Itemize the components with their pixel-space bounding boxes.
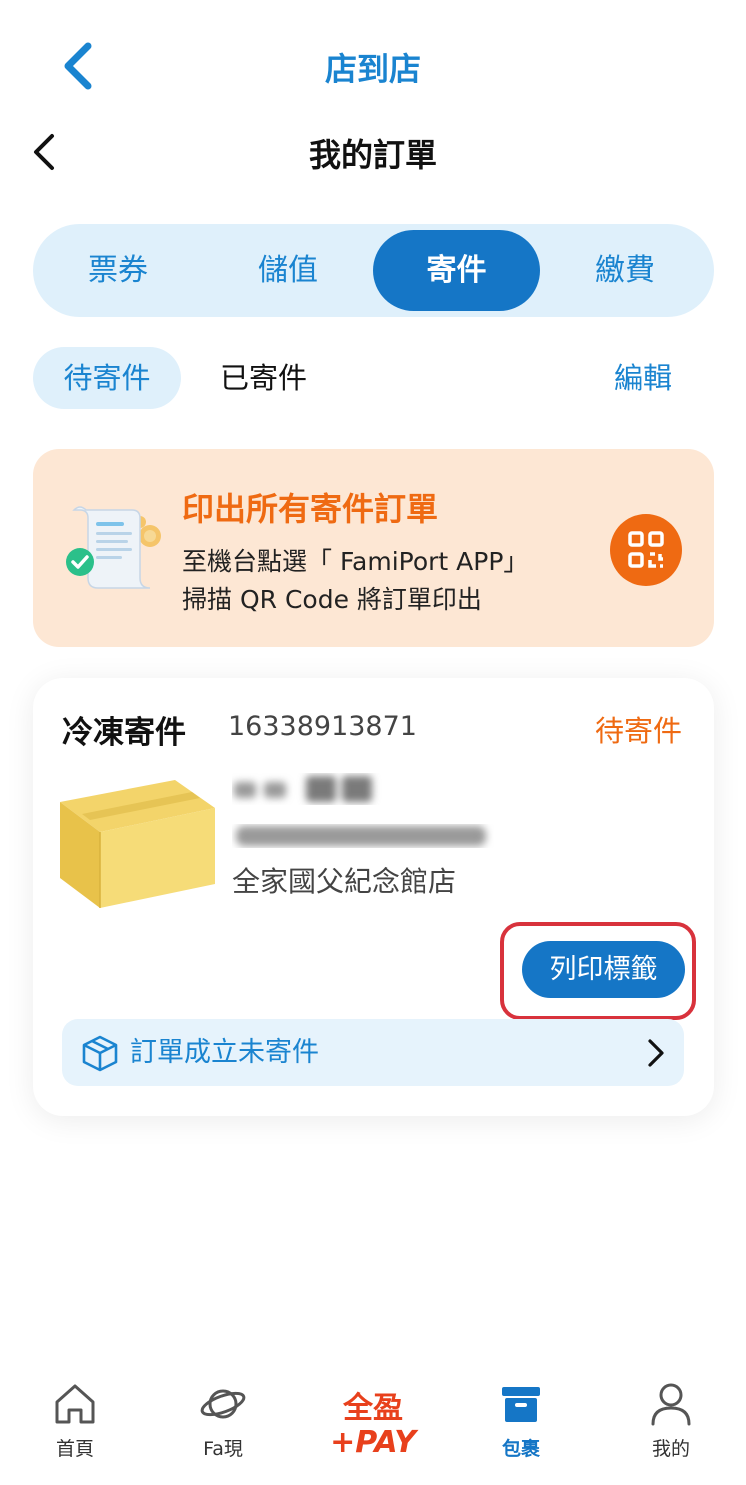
edit-button[interactable]: 編輯 <box>614 347 672 409</box>
package-cube-icon <box>82 1035 118 1072</box>
nav-home[interactable]: 首頁 <box>20 1380 130 1461</box>
nav-profile-label: 我的 <box>651 1438 690 1460</box>
svg-text:全盈: 全盈 <box>342 1391 403 1426</box>
nav-profile[interactable]: 我的 <box>616 1380 726 1461</box>
tab-top-up[interactable]: 儲值 <box>203 224 373 317</box>
home-icon <box>55 1384 95 1424</box>
banner-title: 印出所有寄件訂單 <box>182 490 439 528</box>
order-progress-text: 訂單成立未寄件 <box>130 1037 319 1068</box>
nav-packages[interactable]: 包裹 <box>466 1380 576 1461</box>
package-icon <box>502 1387 540 1422</box>
svg-text:+PAY: +PAY <box>330 1425 419 1458</box>
nav-fa-cash-label: Fa現 <box>203 1438 243 1460</box>
nav-packages-label: 包裹 <box>501 1438 540 1460</box>
page-title: 我的訂單 <box>308 136 437 174</box>
tab-tickets[interactable]: 票券 <box>33 224 203 317</box>
nav-fa-cash[interactable]: Fa現 <box>168 1380 278 1461</box>
package-box-image <box>60 780 215 908</box>
store-name: 全家國父紀念館店 <box>232 865 457 898</box>
print-label-button[interactable]: 列印標籤 <box>522 941 685 998</box>
order-type: 冷凍寄件 <box>62 715 186 751</box>
chevron-right-icon <box>648 1039 664 1067</box>
user-icon <box>651 1383 691 1426</box>
nav-home-label: 首頁 <box>55 1438 94 1460</box>
subtab-sent[interactable]: 已寄件 <box>220 347 307 409</box>
recipient-name-redacted <box>234 776 372 802</box>
app-title: 店到店 <box>324 50 421 88</box>
order-number: 16338913871 <box>228 711 417 742</box>
tab-shipping[interactable]: 寄件 <box>373 230 540 311</box>
category-tabs: 票券 儲值 寄件 繳費 <box>33 224 714 317</box>
qr-code-icon <box>628 531 664 568</box>
banner-instruction-1: 至機台點選「 FamiPort APP」 <box>182 547 529 576</box>
subtab-pending[interactable]: 待寄件 <box>33 347 181 409</box>
banner-instruction-2: 掃描 QR Code 將訂單印出 <box>182 585 482 614</box>
pay-logo[interactable]: 全盈 +PAY <box>316 1388 430 1458</box>
order-status: 待寄件 <box>595 714 683 748</box>
planet-icon <box>200 1389 246 1419</box>
receipt-illustration-icon <box>66 506 161 589</box>
qr-code-button[interactable] <box>610 514 682 586</box>
recipient-phone-redacted <box>236 826 486 846</box>
tab-payment[interactable]: 繳費 <box>540 224 710 317</box>
